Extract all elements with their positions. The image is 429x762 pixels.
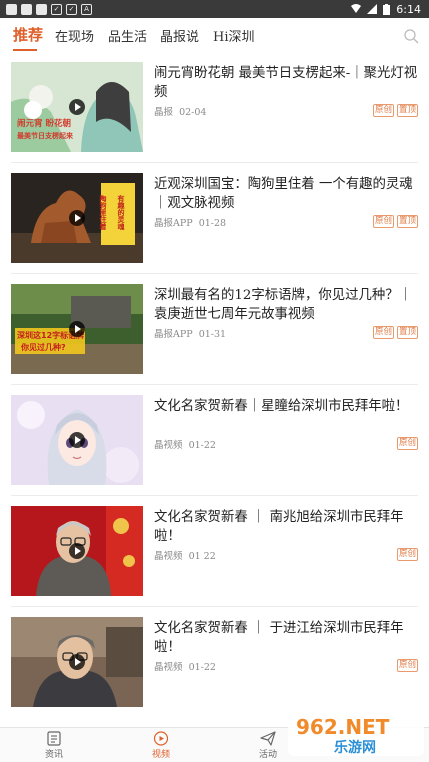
svg-text:乐游网: 乐游网 — [334, 739, 376, 756]
notification-icons: ✓ ✓ A — [0, 3, 92, 15]
battery-icon — [383, 3, 391, 15]
watermark-logo: 962.NET 乐游网 — [288, 714, 424, 756]
play-icon[interactable] — [69, 543, 85, 559]
item-date: 01-22 — [188, 662, 216, 673]
original-badge: 原创 — [372, 215, 394, 228]
paper-plane-icon — [260, 731, 276, 746]
item-meta: 晶视频 01-22 — [154, 437, 216, 451]
status-bar: ✓ ✓ A 6:14 — [0, 0, 429, 18]
item-title[interactable]: 深圳最有名的12字标语牌，你见过几种？｜袁庚逝世七周年元故事视频 — [154, 286, 420, 324]
video-thumbnail[interactable]: 陶狗里住着 有趣的灵魂 — [11, 173, 143, 263]
item-source: 晶视频 — [154, 662, 183, 673]
nav-item-activity[interactable]: 活动 — [248, 731, 288, 760]
app-notification-icon — [21, 3, 32, 15]
app-notification-icon — [6, 3, 17, 15]
list-item[interactable]: 文化名家贺新春 ｜ 于进江给深圳市民拜年啦！ 晶视频 01-22 原创 — [0, 607, 429, 718]
list-item[interactable]: 深圳这12字标语牌 你见过几种? 深圳最有名的12字标语牌，你见过几种？｜袁庚逝… — [0, 274, 429, 385]
item-meta: 晶报 02-04 — [154, 104, 206, 118]
item-title[interactable]: 文化名家贺新春｜星瞳给深圳市民拜年啦！ — [154, 397, 420, 416]
item-badges: 原创 — [396, 659, 418, 672]
svg-text:陶狗里住着: 陶狗里住着 — [99, 194, 108, 231]
status-time: 6:14 — [396, 2, 421, 16]
item-source: 晶报APP — [154, 218, 193, 229]
item-title[interactable]: 闹元宵盼花朝 最美节日支楞起来-｜聚光灯视频 — [154, 64, 420, 102]
original-badge: 原创 — [372, 104, 394, 117]
check-icon: ✓ — [51, 3, 62, 15]
nav-item-video[interactable]: 视频 — [141, 731, 181, 760]
search-icon[interactable] — [403, 28, 419, 44]
item-meta: 晶视频 01 22 — [154, 548, 216, 562]
tab-recommend[interactable]: 推荐 — [13, 24, 43, 45]
item-badges: 原创 — [396, 437, 418, 450]
video-thumbnail[interactable] — [11, 506, 143, 596]
pinned-badge: 置顶 — [396, 215, 418, 228]
nav-label: 资讯 — [44, 750, 63, 760]
item-meta: 晶视频 01-22 — [154, 659, 216, 673]
nav-label: 视频 — [151, 750, 170, 760]
tab-jingbao-says[interactable]: 晶报说 — [160, 26, 199, 45]
video-thumbnail[interactable] — [11, 617, 143, 707]
original-badge: 原创 — [396, 659, 418, 672]
play-icon[interactable] — [69, 210, 85, 226]
item-badges: 原创 置顶 — [372, 215, 418, 228]
svg-text:962.NET: 962.NET — [296, 715, 390, 739]
item-meta: 晶报APP 01-31 — [154, 326, 226, 340]
video-thumbnail[interactable]: 闹元宵 盼花朝 最美节日支楞起来 — [11, 62, 143, 152]
play-icon[interactable] — [69, 321, 85, 337]
item-title[interactable]: 文化名家贺新春 ｜ 南兆旭给深圳市民拜年啦！ — [154, 508, 420, 546]
tab-hi-shenzhen[interactable]: Hi深圳 — [213, 26, 255, 45]
svg-text:有趣的灵魂: 有趣的灵魂 — [117, 194, 126, 231]
active-tab-indicator — [13, 49, 37, 51]
app-notification-icon — [36, 3, 47, 15]
item-source: 晶报 — [154, 107, 174, 118]
nav-item-news[interactable]: 资讯 — [34, 731, 74, 760]
list-item[interactable]: 文化名家贺新春 ｜ 南兆旭给深圳市民拜年啦！ 晶视频 01 22 原创 — [0, 496, 429, 607]
item-date: 01-28 — [198, 218, 227, 229]
font-icon: A — [81, 3, 92, 15]
play-icon[interactable] — [69, 432, 85, 448]
item-source: 晶报APP — [154, 329, 193, 340]
item-date: 01-31 — [198, 329, 227, 340]
item-source: 晶视频 — [154, 551, 183, 562]
play-icon[interactable] — [69, 99, 85, 115]
pinned-badge: 置顶 — [396, 104, 418, 117]
signal-icon — [367, 4, 378, 14]
pinned-badge: 置顶 — [396, 326, 418, 339]
video-thumbnail[interactable] — [11, 395, 143, 485]
item-date: 02-04 — [179, 107, 207, 118]
play-icon[interactable] — [69, 654, 85, 670]
item-badges: 原创 置顶 — [372, 104, 418, 117]
check-icon: ✓ — [66, 3, 77, 15]
video-thumbnail[interactable]: 深圳这12字标语牌 你见过几种? — [11, 284, 143, 374]
category-tabbar: 推荐 在现场 品生活 晶报说 Hi深圳 — [0, 18, 429, 52]
svg-text:你见过几种?: 你见过几种? — [20, 342, 66, 352]
tab-on-site[interactable]: 在现场 — [55, 26, 94, 45]
list-item[interactable]: 闹元宵 盼花朝 最美节日支楞起来 闹元宵盼花朝 最美节日支楞起来-｜聚光灯视频 … — [0, 52, 429, 163]
item-badges: 原创 置顶 — [372, 326, 418, 339]
original-badge: 原创 — [372, 326, 394, 339]
tab-life[interactable]: 品生活 — [108, 26, 147, 45]
item-date: 01 22 — [188, 551, 216, 562]
news-icon — [47, 731, 61, 746]
original-badge: 原创 — [396, 437, 418, 450]
list-item[interactable]: 文化名家贺新春｜星瞳给深圳市民拜年啦！ 晶视频 01-22 原创 — [0, 385, 429, 496]
nav-label: 活动 — [258, 750, 277, 760]
list-item[interactable]: 陶狗里住着 有趣的灵魂 近观深圳国宝：陶狗里住着 一个有趣的灵魂｜观文脉视频 晶… — [0, 163, 429, 274]
item-date: 01-22 — [188, 440, 216, 451]
item-source: 晶视频 — [154, 440, 183, 451]
item-title[interactable]: 文化名家贺新春 ｜ 于进江给深圳市民拜年啦！ — [154, 619, 420, 657]
video-icon — [153, 731, 169, 746]
wifi-icon — [351, 4, 362, 13]
item-badges: 原创 — [396, 548, 418, 561]
item-meta: 晶报APP 01-28 — [154, 215, 226, 229]
svg-text:闹元宵 盼花朝: 闹元宵 盼花朝 — [17, 118, 71, 129]
original-badge: 原创 — [396, 548, 418, 561]
item-title[interactable]: 近观深圳国宝：陶狗里住着 一个有趣的灵魂｜观文脉视频 — [154, 175, 420, 213]
svg-text:最美节日支楞起来: 最美节日支楞起来 — [17, 131, 74, 140]
